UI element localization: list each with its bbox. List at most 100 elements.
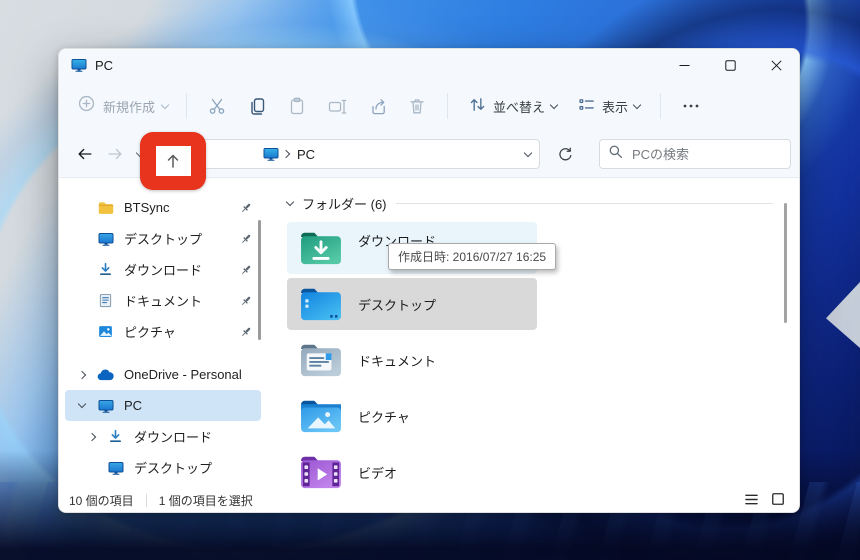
sort-button[interactable]: 並べ替え [458,88,567,124]
copy-button[interactable] [237,88,277,124]
toolbar-divider [186,93,188,119]
sidebar-item-label: ピクチャ [124,325,176,340]
tile-desktop[interactable]: デスクトップ [287,278,537,330]
creation-date-tooltip: 作成日時: 2016/07/27 16:25 [388,243,557,270]
sidebar-item-pc-downloads[interactable]: ダウンロード [65,421,261,452]
forward-button[interactable] [101,140,129,168]
new-button[interactable]: 新規作成 [69,94,176,118]
sidebar-item-pc-desktop[interactable]: デスクトップ [65,452,261,483]
download-arrow-icon [107,429,124,444]
group-header-folders[interactable]: フォルダー (6) [285,192,799,214]
status-divider [145,494,147,507]
new-circle-plus-icon [77,94,96,118]
wallpaper-wedge [826,282,860,348]
toolbar-divider [660,93,662,119]
paste-button[interactable] [277,88,317,124]
expander[interactable] [74,359,90,390]
sidebar-item-label: ダウンロード [134,430,213,445]
breadcrumb-chevron-icon [281,149,291,159]
breadcrumb-pc[interactable]: PC [297,147,315,162]
downloads-folder-icon [299,229,343,267]
search-icon [608,144,623,164]
toolbar-divider [447,93,449,119]
expander[interactable] [84,421,100,452]
picture-icon [97,324,114,339]
tile-label: ドキュメント [358,353,437,369]
more-icon [683,104,699,108]
folder-tiles: ダウンロード 作成日時: 2016/07/27 16:25 デスクトップ ドキュ… [287,222,557,498]
file-list-scrollbar[interactable] [784,203,787,323]
folder-icon [97,201,114,215]
chevron-down-icon [549,100,559,109]
search-box[interactable] [599,139,791,169]
tile-videos[interactable]: ビデオ [287,446,537,498]
share-button[interactable] [357,88,397,124]
search-input[interactable] [630,145,764,163]
sidebar-item-btsync[interactable]: BTSync [65,192,261,223]
refresh-button[interactable] [551,140,579,168]
chevron-down-icon [77,399,87,409]
pin-icon [239,294,253,308]
titlebar[interactable]: PC [59,49,799,81]
pc-monitor-icon [263,146,279,162]
address-dropdown-chevron-icon[interactable] [523,148,533,157]
tile-label: デスクトップ [358,297,437,313]
up-button[interactable] [155,146,191,176]
delete-button[interactable] [397,88,437,124]
desktop-folder-icon [299,285,343,323]
tile-label: ピクチャ [358,409,410,425]
sidebar-item-pc[interactable]: PC [65,390,261,421]
more-options-button[interactable] [671,88,711,124]
pictures-folder-icon [299,397,343,435]
large-icons-view-button[interactable] [771,492,785,509]
sidebar: BTSync デスクトップ ダウンロード ドキュメント ピクチャ OneDriv… [59,178,267,489]
new-button-label: 新規作成 [103,99,156,115]
delete-icon [410,99,424,114]
address-bar[interactable]: PC [198,139,540,169]
view-button[interactable]: 表示 [567,88,650,124]
sidebar-item-label: BTSync [124,200,170,215]
sidebar-item-downloads[interactable]: ダウンロード [65,254,261,285]
close-button[interactable] [753,49,799,81]
sidebar-item-label: デスクトップ [134,461,213,476]
sidebar-item-label: OneDrive - Personal [124,367,242,382]
minimize-button[interactable] [661,49,707,81]
sidebar-item-onedrive[interactable]: OneDrive - Personal [65,359,261,390]
selection-count: 1 個の項目を選択 [158,494,253,508]
cut-button[interactable] [197,88,237,124]
item-count: 10 個の項目 [69,494,134,508]
view-button-label: 表示 [602,99,629,115]
sidebar-item-label: ダウンロード [124,263,203,278]
sidebar-item-desktop[interactable]: デスクトップ [65,223,261,254]
tile-downloads[interactable]: ダウンロード 作成日時: 2016/07/27 16:25 [287,222,557,274]
details-view-button[interactable] [744,493,759,509]
sidebar-item-documents[interactable]: ドキュメント [65,285,261,316]
pin-icon [239,325,253,339]
content-area: BTSync デスクトップ ダウンロード ドキュメント ピクチャ OneDriv… [59,178,799,489]
group-header-label: フォルダー (6) [302,196,387,212]
documents-folder-icon [299,341,343,379]
copy-icon [251,98,265,115]
desktop-monitor-icon [107,460,124,476]
chevron-down-icon [632,100,642,109]
sidebar-item-label: PC [124,398,143,413]
pin-icon [239,263,253,277]
pc-monitor-icon [97,398,114,414]
maximize-button[interactable] [707,49,753,81]
tile-documents[interactable]: ドキュメント [287,334,537,386]
pin-icon [239,201,253,215]
rename-button[interactable] [317,88,357,124]
sidebar-item-label: ドキュメント [124,294,203,309]
rename-icon [328,99,347,114]
window-title: PC [95,57,114,73]
paste-icon [290,97,304,115]
desktop-wallpaper: PC 新規作成 並べ替え 表示 PC PCの検索 BTSync デスクトップ ダ… [0,0,860,560]
videos-folder-icon [299,453,343,491]
expander[interactable] [74,390,90,421]
sidebar-item-pictures[interactable]: ピクチャ [65,316,261,347]
tile-pictures[interactable]: ピクチャ [287,390,537,442]
back-button[interactable] [71,140,99,168]
sidebar-scrollbar[interactable] [258,220,261,340]
up-icon [167,154,179,168]
sidebar-section-gap [59,347,267,359]
